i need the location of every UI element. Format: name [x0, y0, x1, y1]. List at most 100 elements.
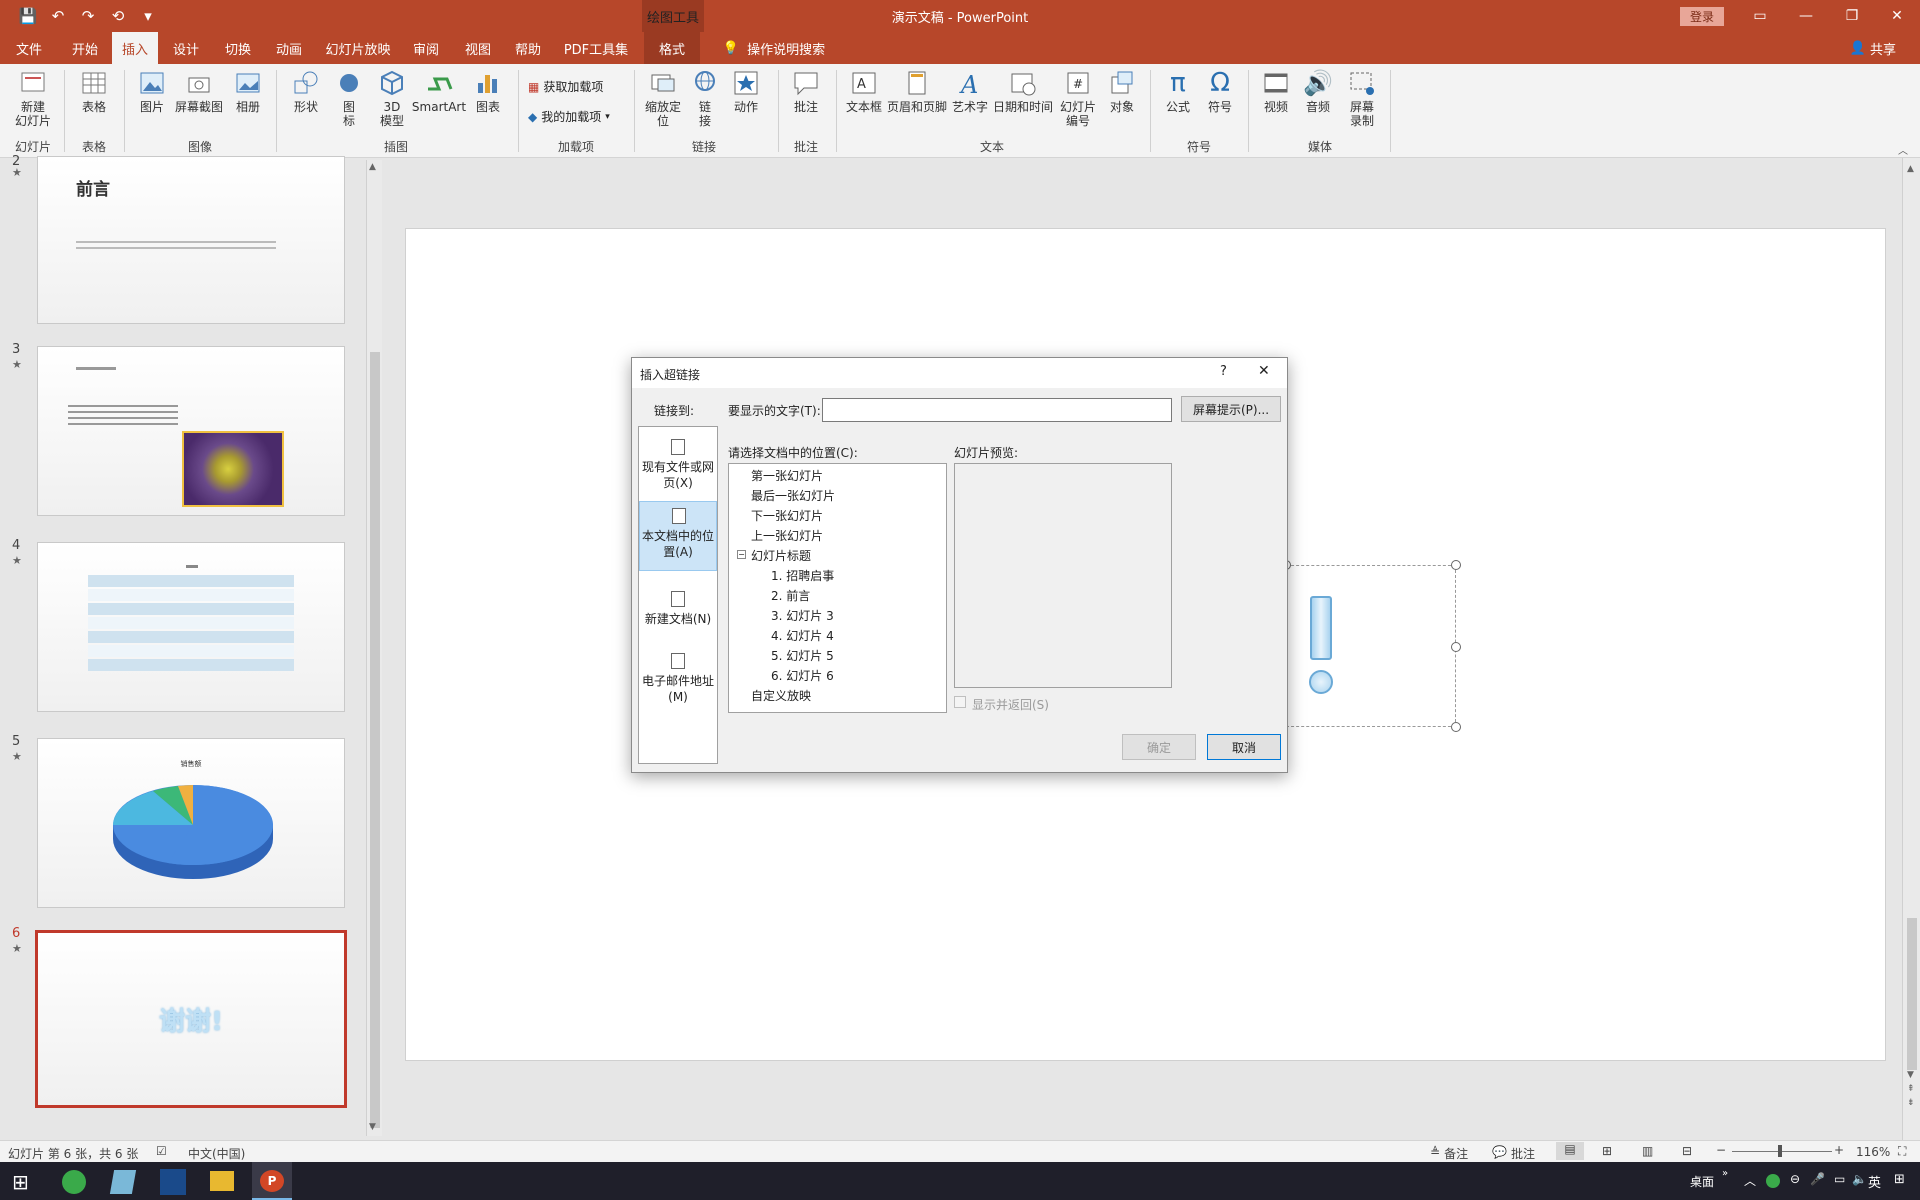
zoom-in-icon[interactable]: + [1834, 1143, 1844, 1157]
minimize-icon[interactable]: — [1783, 0, 1829, 32]
tray-network-icon[interactable]: ⊖ [1790, 1172, 1800, 1186]
close-window-icon[interactable]: ✕ [1874, 0, 1920, 32]
windows-start-icon[interactable]: ⊞ [12, 1170, 29, 1194]
link-this-document-option[interactable]: 本文档中的位 置(A) [639, 501, 717, 571]
dialog-close-button[interactable]: ✕ [1258, 363, 1270, 379]
screentip-button[interactable]: 屏幕提示(P)... [1181, 396, 1281, 422]
next-slide-icon[interactable]: ⇟ [1907, 1098, 1915, 1108]
icons-button[interactable]: 图 标 [334, 68, 364, 128]
my-addins-button[interactable]: ◆ 我的加载项 ▾ [528, 108, 610, 125]
symbol-button[interactable]: Ω 符号 [1200, 68, 1240, 114]
tab-format[interactable]: 格式 [644, 32, 700, 64]
slide-thumbnail-3[interactable] [37, 346, 345, 516]
scroll-thumb[interactable] [370, 352, 380, 1128]
tree-item-slide-6[interactable]: 6. 幻灯片 6 [771, 667, 834, 684]
action-button[interactable]: 动作 [724, 68, 768, 114]
screen-record-button[interactable]: 屏幕 录制 [1340, 68, 1384, 128]
link-email-option[interactable]: 电子邮件地址 (M) [639, 649, 717, 715]
restore-icon[interactable]: ❐ [1829, 0, 1875, 32]
tab-home[interactable]: 开始 [64, 32, 106, 64]
tab-design[interactable]: 设计 [164, 32, 208, 64]
zoom-level[interactable]: 116% [1856, 1145, 1890, 1159]
tree-item-custom-show[interactable]: 自定义放映 [751, 687, 811, 704]
customize-qat-icon[interactable]: ▾ [138, 7, 158, 25]
slide-sorter-icon[interactable]: ⊞ [1602, 1144, 1612, 1158]
screenshot-button[interactable]: 屏幕截图 [174, 68, 224, 114]
tree-item-next-slide[interactable]: 下一张幻灯片 [751, 507, 823, 524]
redo-icon[interactable]: ↷ [78, 7, 98, 25]
language-indicator[interactable]: 中文(中国) [188, 1145, 245, 1162]
reading-view-icon[interactable]: ▥ [1642, 1144, 1653, 1158]
zoom-slider-thumb[interactable] [1778, 1145, 1782, 1157]
zoom-out-icon[interactable]: − [1716, 1143, 1726, 1157]
display-text-input[interactable] [822, 398, 1172, 422]
tab-insert[interactable]: 插入 [112, 32, 158, 64]
smartart-button[interactable]: SmartArt [412, 68, 466, 114]
prev-slide-icon[interactable]: ⇞ [1907, 1084, 1915, 1094]
collapse-minus-icon[interactable]: − [737, 550, 746, 559]
slideshow-view-icon[interactable]: ⊟ [1682, 1144, 1692, 1158]
tab-view[interactable]: 视图 [456, 32, 500, 64]
selected-textbox[interactable] [1281, 560, 1461, 732]
tree-item-slide-titles[interactable]: 幻灯片标题 [751, 547, 811, 564]
table-button[interactable]: 表格 [72, 68, 116, 114]
tree-item-slide-4[interactable]: 4. 幻灯片 4 [771, 627, 834, 644]
volume-icon[interactable]: 🔈 [1852, 1172, 1867, 1186]
album-button[interactable]: 相册 [226, 68, 270, 114]
desktop-label[interactable]: 桌面 [1690, 1173, 1714, 1190]
slide-scrollbar[interactable]: ▲ ▼ ⇞ ⇟ [1902, 158, 1920, 1140]
slide-thumbnail-5[interactable]: 销售额 [37, 738, 345, 908]
tab-help[interactable]: 帮助 [506, 32, 550, 64]
zoom-button[interactable]: 缩放定 位 [640, 68, 686, 128]
notes-button[interactable]: ≜ 备注 [1430, 1145, 1468, 1162]
tree-item-first-slide[interactable]: 第一张幻灯片 [751, 467, 823, 484]
browser-icon[interactable] [62, 1170, 86, 1194]
tree-item-slide-1[interactable]: 1. 招聘启事 [771, 567, 834, 584]
tab-pdf-tools[interactable]: PDF工具集 [560, 32, 632, 64]
tab-file[interactable]: 文件 [8, 32, 50, 64]
normal-view-icon[interactable]: ▤ [1556, 1142, 1584, 1160]
fit-slide-icon[interactable]: ⛶ [1898, 1144, 1906, 1159]
resize-handle[interactable] [1451, 722, 1461, 732]
repeat-icon[interactable]: ⟲ [108, 7, 128, 25]
ime-indicator[interactable]: 英 [1868, 1172, 1881, 1191]
cancel-button[interactable]: 取消 [1207, 734, 1281, 760]
app-icon[interactable] [160, 1169, 186, 1195]
link-new-document-option[interactable]: 新建文档(N) [639, 587, 717, 635]
scroll-up-icon[interactable]: ▲ [369, 162, 376, 172]
login-button[interactable]: 登录 [1680, 7, 1724, 26]
tab-review[interactable]: 审阅 [404, 32, 448, 64]
3d-model-button[interactable]: 3D 模型 [374, 68, 410, 128]
ribbon-display-icon[interactable]: ▭ [1737, 0, 1783, 32]
comments-button[interactable]: 💬 批注 [1492, 1145, 1535, 1162]
chart-button[interactable]: 图表 [468, 68, 508, 114]
slide-thumbnail-6-selected[interactable]: 谢谢! [35, 930, 347, 1108]
slide-thumbnail-4[interactable] [37, 542, 345, 712]
save-icon[interactable]: 💾 [18, 7, 38, 25]
get-addins-button[interactable]: ▦ 获取加载项 [528, 78, 603, 95]
equation-button[interactable]: π 公式 [1158, 68, 1198, 114]
thumbnail-scrollbar[interactable]: ▲ ▼ [366, 160, 382, 1136]
tree-item-slide-3[interactable]: 3. 幻灯片 3 [771, 607, 834, 624]
zoom-slider[interactable] [1732, 1151, 1832, 1152]
notes-app-icon[interactable] [109, 1170, 137, 1194]
link-existing-file-option[interactable]: 现有文件或网 页(X) [639, 435, 717, 497]
tab-slideshow[interactable]: 幻灯片放映 [320, 32, 396, 64]
textbox-button[interactable]: A 文本框 [842, 68, 886, 114]
scroll-up-icon[interactable]: ▲ [1907, 164, 1914, 174]
resize-handle[interactable] [1451, 642, 1461, 652]
show-return-checkbox[interactable] [954, 696, 966, 708]
wordart-button[interactable]: A 艺术字 [950, 68, 990, 114]
datetime-button[interactable]: 日期和时间 [992, 68, 1054, 114]
chevron-icon[interactable]: » [1722, 1168, 1728, 1179]
help-button[interactable]: ? [1220, 364, 1227, 379]
picture-button[interactable]: 图片 [130, 68, 174, 114]
powerpoint-taskbar-button[interactable]: P [252, 1162, 292, 1200]
tray-expand-icon[interactable]: ︿ [1744, 1172, 1756, 1189]
tree-item-prev-slide[interactable]: 上一张幻灯片 [751, 527, 823, 544]
tab-animations[interactable]: 动画 [266, 32, 312, 64]
spellcheck-icon[interactable]: ☑ [156, 1144, 167, 1158]
scroll-down-icon[interactable]: ▼ [369, 1122, 376, 1132]
resize-handle[interactable] [1451, 560, 1461, 570]
ok-button[interactable]: 确定 [1122, 734, 1196, 760]
